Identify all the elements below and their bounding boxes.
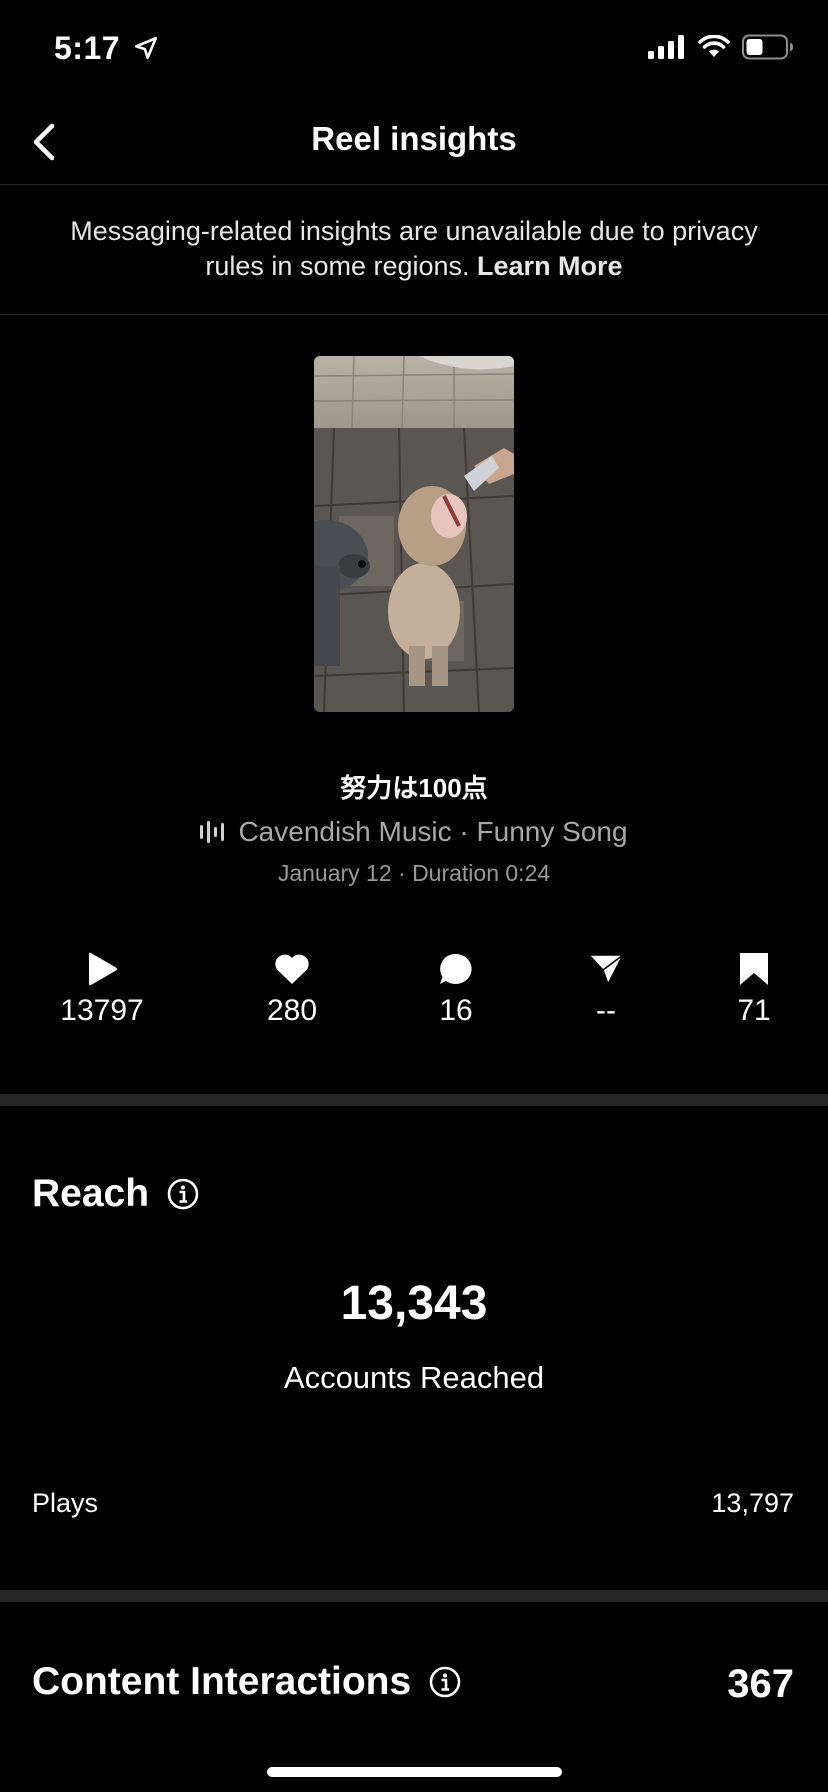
comments-count: 16 — [439, 994, 473, 1027]
reel-meta: January 12 · Duration 0:24 — [277, 860, 551, 886]
home-indicator[interactable] — [267, 1767, 562, 1777]
header-divider — [0, 184, 828, 185]
status-bar-indicators — [648, 34, 794, 60]
send-icon — [588, 954, 624, 985]
saves-count: 71 — [737, 994, 771, 1027]
play-icon — [89, 952, 117, 986]
shares-count: -- — [596, 994, 616, 1027]
saves-stat: 71 — [674, 950, 828, 1028]
bookmark-icon — [740, 953, 768, 985]
content-interactions-header: Content Interactions — [32, 1660, 461, 1704]
info-icon[interactable] — [429, 1666, 461, 1698]
plays-row-label: Plays — [32, 1488, 99, 1518]
audio-info[interactable]: Cavendish Music · Funny Song — [0, 816, 828, 848]
likes-stat: 280 — [212, 950, 372, 1028]
plays-stat: 13797 — [22, 950, 182, 1028]
info-icon[interactable] — [167, 1178, 199, 1210]
location-arrow-icon — [135, 36, 158, 60]
comment-icon — [440, 953, 472, 984]
plays-count: 13797 — [60, 994, 144, 1027]
notice-divider — [0, 314, 828, 315]
shares-stat: -- — [526, 950, 686, 1028]
section-divider — [0, 1094, 828, 1106]
reel-thumbnail[interactable] — [314, 356, 514, 712]
heart-icon — [275, 954, 309, 984]
learn-more-link[interactable]: Learn More — [477, 251, 623, 281]
plays-row-value: 13,797 — [711, 1488, 794, 1518]
cellular-signal-icon — [648, 35, 684, 59]
battery-icon — [742, 34, 793, 60]
status-time-text: 5:17 — [54, 30, 121, 66]
reach-title: Reach — [32, 1172, 150, 1215]
status-bar-time: 5:17 — [54, 30, 159, 67]
audio-track-text: Cavendish Music · Funny Song — [238, 816, 628, 847]
accounts-reached-label: Accounts Reached — [283, 1360, 545, 1395]
privacy-notice-text: Messaging-related insights are unavailab… — [70, 216, 758, 281]
reach-header: Reach — [32, 1172, 199, 1216]
likes-count: 280 — [266, 994, 318, 1027]
section-divider-2 — [0, 1590, 828, 1602]
accounts-reached-value: 13,343 — [340, 1277, 488, 1330]
page-title: Reel insights — [311, 120, 517, 157]
comments-stat: 16 — [376, 950, 536, 1028]
wifi-icon — [698, 35, 730, 57]
reel-caption: 努力は100点 — [340, 773, 488, 803]
content-interactions-value: 367 — [727, 1662, 794, 1706]
privacy-notice: Messaging-related insights are unavailab… — [60, 214, 768, 284]
content-interactions-title: Content Interactions — [32, 1660, 412, 1703]
audio-wave-icon — [200, 821, 225, 843]
reel-thumbnail-image — [314, 356, 514, 712]
